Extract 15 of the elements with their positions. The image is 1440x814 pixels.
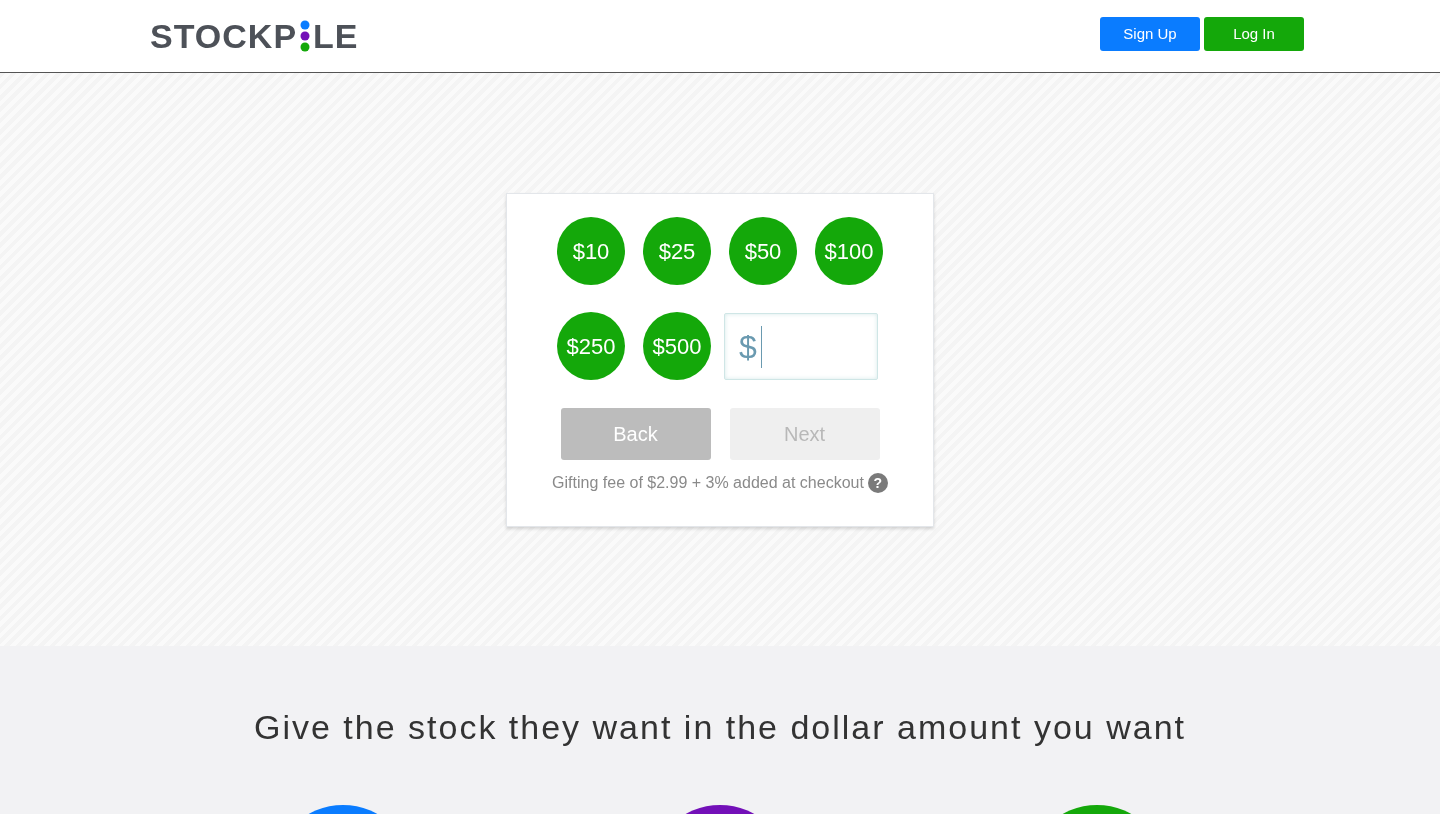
help-icon[interactable]: ? [867,473,888,493]
header-button[interactable]: Sign Up [1100,17,1200,51]
amount-button[interactable]: $100 [815,217,883,285]
section-heading: Give the stock they want in the dollar amount you want [254,707,1186,748]
amount-button[interactable]: $50 [729,217,797,285]
logo-text: STOCKP [150,19,298,53]
header-button[interactable]: Log In [1204,17,1304,51]
amount-button[interactable]: $25 [643,217,711,285]
amount-button[interactable]: $250 [557,312,625,380]
fee-note: Gifting fee of $2.99 + 3% added at checkout [552,473,864,493]
amount-button[interactable]: $10 [557,217,625,285]
logo-text: LE [313,19,359,53]
amount-input-field[interactable]: $ [724,313,878,380]
nav-button[interactable]: Back [560,408,711,460]
amount-button[interactable]: $500 [643,312,711,380]
